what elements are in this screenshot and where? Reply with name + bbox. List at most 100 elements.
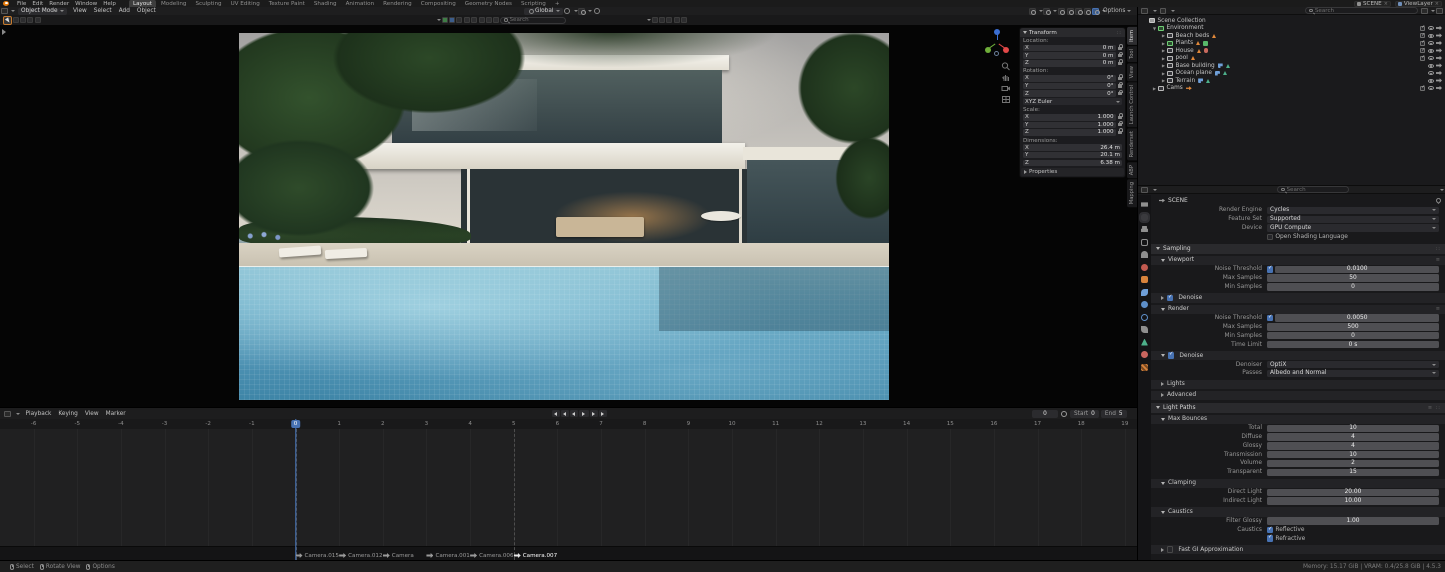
location-field[interactable]: X0 m xyxy=(1023,44,1116,52)
pan-hand-icon[interactable] xyxy=(1001,73,1011,82)
tool-option-icon-2[interactable] xyxy=(20,17,27,23)
vp-noise-slider[interactable]: 0.0100 xyxy=(1275,265,1439,274)
fast-gi-header[interactable]: Fast GI Approximation xyxy=(1151,545,1445,555)
jump-to-end-button[interactable] xyxy=(598,410,607,417)
workspace-tab[interactable]: Geometry Nodes xyxy=(461,0,516,7)
expand-arrow[interactable]: ▼ xyxy=(1151,26,1158,31)
render-engine-dropdown[interactable]: Cycles xyxy=(1267,206,1439,215)
lock-icon[interactable] xyxy=(1118,74,1123,81)
frame-end-field[interactable]: End 5 xyxy=(1100,409,1127,418)
object-types-icon-7[interactable] xyxy=(485,17,492,23)
max-bounces-header[interactable]: Max Bounces xyxy=(1151,414,1445,424)
lock-icon[interactable] xyxy=(1118,51,1123,58)
feature-set-dropdown[interactable]: Supported xyxy=(1267,215,1439,223)
camera-marker[interactable]: Camera.015 xyxy=(295,553,339,559)
properties-tab-icon[interactable] xyxy=(1141,363,1148,371)
blender-logo-icon[interactable] xyxy=(3,1,9,6)
expand-arrow[interactable]: ▶ xyxy=(1160,48,1167,53)
tool-option-icon-3[interactable] xyxy=(27,17,34,23)
lock-icon[interactable] xyxy=(1118,113,1123,119)
rotation-field[interactable]: Y 0° xyxy=(1023,82,1116,90)
new-collection-icon[interactable] xyxy=(1436,7,1443,14)
properties-tab-icon[interactable] xyxy=(1141,226,1148,232)
outliner-row[interactable]: ▶ House xyxy=(1138,47,1445,55)
current-frame-field[interactable]: 0 xyxy=(1032,409,1058,418)
viewport-menu-item[interactable]: View xyxy=(70,8,91,14)
visibility-caret[interactable] xyxy=(437,19,441,21)
r-max-slider[interactable]: 500 xyxy=(1267,323,1439,331)
lock-icon[interactable] xyxy=(1118,81,1123,88)
viewport-menu-item[interactable]: Select xyxy=(90,8,115,14)
toolbar-expand-arrow[interactable] xyxy=(2,29,6,35)
disable-render-icon[interactable] xyxy=(1436,33,1442,38)
r-denoise-header[interactable]: Denoise xyxy=(1151,350,1445,361)
zoom-icon[interactable] xyxy=(1001,62,1011,71)
timeline-menu-item[interactable]: Keying xyxy=(55,411,81,417)
hide-eye-icon[interactable] xyxy=(1427,63,1434,68)
properties-tab-icon[interactable] xyxy=(1141,351,1148,358)
lock-icon[interactable] xyxy=(1118,43,1123,50)
bounce-slider[interactable]: 15 xyxy=(1267,468,1439,476)
hide-eye-icon[interactable] xyxy=(1427,26,1434,31)
sampling-section-header[interactable]: Sampling:: xyxy=(1151,244,1445,254)
workspace-tab[interactable]: Modeling xyxy=(157,0,190,7)
hide-eye-icon[interactable] xyxy=(1427,48,1434,53)
timeline[interactable]: Playback Keying View Marker 0 Start 0 End 5 -… xyxy=(0,407,1137,560)
bounce-slider[interactable]: 10 xyxy=(1267,450,1439,459)
tool-option-icon-4[interactable] xyxy=(34,17,41,23)
properties-tab-icon[interactable] xyxy=(1141,276,1148,283)
viewport-menu-item[interactable]: Object xyxy=(133,8,159,14)
perspective-toggle-icon[interactable] xyxy=(1001,95,1011,104)
workspace-tab[interactable]: Layout xyxy=(128,0,156,7)
vp-denoise-header[interactable]: Denoise xyxy=(1151,293,1445,303)
camera-marker[interactable]: Camera.007 xyxy=(513,553,557,559)
lock-icon[interactable] xyxy=(1118,59,1123,65)
properties-tab-icon[interactable] xyxy=(1139,211,1150,223)
expand-arrow[interactable]: ▶ xyxy=(1151,86,1158,91)
rotation-mode-dropdown[interactable]: XYZ Euler xyxy=(1023,98,1122,106)
overlay-icon-2[interactable] xyxy=(659,17,666,23)
location-field[interactable]: Z0 m xyxy=(1023,60,1116,67)
tool-option-icon-1[interactable] xyxy=(12,17,19,23)
overlay-icon-5[interactable] xyxy=(681,17,688,23)
properties-tab-icon[interactable] xyxy=(1141,202,1148,207)
snap-magnet-icon[interactable] xyxy=(578,7,586,15)
outliner-row[interactable]: ▶ Ocean plane xyxy=(1138,70,1445,78)
outliner-search-input[interactable] xyxy=(1314,7,1414,14)
object-types-icon-5[interactable] xyxy=(471,17,478,23)
viewport-search[interactable] xyxy=(500,16,566,24)
workspace-tab[interactable]: Texture Paint xyxy=(265,0,309,7)
disable-render-icon[interactable] xyxy=(1436,25,1442,31)
n-panel-tab[interactable]: Item xyxy=(1127,27,1137,45)
clamp-slider[interactable]: 10.00 xyxy=(1267,497,1439,505)
outliner-row[interactable]: ▶ Terrain xyxy=(1138,77,1445,85)
dimension-field[interactable]: Y 20.1 m xyxy=(1023,151,1122,159)
disable-render-icon[interactable] xyxy=(1436,63,1442,68)
axis-y-handle[interactable] xyxy=(985,47,991,53)
expand-arrow[interactable]: ▶ xyxy=(1160,33,1167,38)
current-frame-badge[interactable]: 0 xyxy=(290,420,301,428)
r-denoise-checkbox[interactable] xyxy=(1168,351,1175,359)
outliner-row[interactable]: Scene Collection xyxy=(1138,17,1445,25)
vp-denoise-checkbox[interactable] xyxy=(1167,294,1174,302)
r-time-slider[interactable]: 0 s xyxy=(1267,340,1439,349)
disable-render-icon[interactable] xyxy=(1436,48,1442,53)
camera-marker[interactable]: Camera.001 xyxy=(426,553,470,559)
axis-negz-handle[interactable] xyxy=(994,51,999,56)
n-panel-tab[interactable]: View xyxy=(1127,62,1137,82)
disable-render-icon[interactable] xyxy=(1436,70,1442,76)
exclude-checkbox[interactable] xyxy=(1420,33,1425,39)
filter-funnel-icon[interactable] xyxy=(1421,7,1428,14)
passes-dropdown[interactable]: Albedo and Normal xyxy=(1267,369,1439,377)
menu-item[interactable]: Window xyxy=(72,1,100,7)
exclude-checkbox[interactable] xyxy=(1420,55,1425,61)
refractive-checkbox[interactable] xyxy=(1267,534,1274,542)
properties-tab-icon[interactable] xyxy=(1141,288,1148,296)
rotation-field[interactable]: X 0° xyxy=(1023,75,1116,82)
camera-marker[interactable]: Camera xyxy=(382,553,414,559)
filter-caret[interactable] xyxy=(1431,9,1435,12)
workspace-tab[interactable]: Rendering xyxy=(379,0,416,7)
dimension-field[interactable]: X 26.4 m xyxy=(1023,144,1122,151)
outliner-row[interactable]: ▶ Cams xyxy=(1138,85,1445,93)
expand-arrow[interactable]: ▶ xyxy=(1160,78,1167,83)
